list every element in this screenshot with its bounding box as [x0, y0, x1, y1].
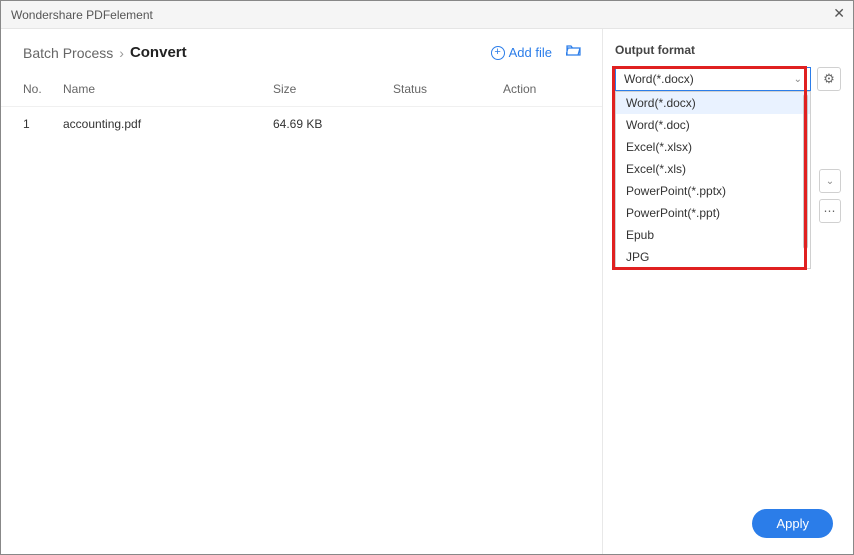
apply-button[interactable]: Apply [752, 509, 833, 538]
breadcrumb: Batch Process › Convert [23, 44, 187, 61]
dropdown-option[interactable]: PowerPoint(*.pptx) [616, 180, 810, 202]
right-panel: Output format Word(*.docx) ⌄ Word(*.docx… [603, 29, 853, 554]
col-header-action: Action [503, 82, 582, 96]
cell-name: accounting.pdf [63, 117, 273, 131]
addfile-group: + Add file [491, 43, 582, 62]
dropdown-area: Word(*.docx) ⌄ Word(*.docx) Word(*.doc) … [615, 67, 841, 91]
dropdown-option[interactable]: Word(*.docx) [616, 92, 810, 114]
dropdown-option[interactable]: Excel(*.xlsx) [616, 136, 810, 158]
main: Batch Process › Convert + Add file No. N… [1, 29, 853, 554]
output-format-label: Output format [615, 43, 841, 57]
col-header-status: Status [393, 82, 503, 96]
output-format-dropdown: Word(*.docx) Word(*.doc) Excel(*.xlsx) E… [615, 91, 811, 269]
plus-circle-icon: + [491, 46, 505, 60]
col-header-size: Size [273, 82, 393, 96]
dropdown-option[interactable]: Word(*.doc) [616, 114, 810, 136]
gear-icon: ⚙ [823, 71, 835, 87]
dropdown-option[interactable]: Excel(*.xls) [616, 158, 810, 180]
select-wrap: Word(*.docx) ⌄ Word(*.docx) Word(*.doc) … [615, 67, 811, 91]
add-file-button[interactable]: + Add file [491, 45, 552, 60]
table-row[interactable]: 1 accounting.pdf 64.69 KB [1, 107, 602, 141]
dropdown-option[interactable]: Epub [616, 224, 810, 246]
col-header-no: No. [23, 82, 63, 96]
table-header: No. Name Size Status Action [1, 72, 602, 107]
more-icon: ⋯ [824, 204, 837, 218]
add-file-label: Add file [509, 45, 552, 60]
settings-button[interactable]: ⚙ [817, 67, 841, 91]
left-panel: Batch Process › Convert + Add file No. N… [1, 29, 603, 554]
cell-action [503, 117, 582, 131]
folder-open-icon[interactable] [566, 43, 582, 62]
secondary-dropdown[interactable]: ⌄ [819, 169, 841, 193]
scrollbar[interactable] [803, 94, 808, 249]
chevron-down-icon: ⌄ [794, 74, 802, 85]
window-title: Wondershare PDFelement [11, 8, 153, 22]
breadcrumb-current: Convert [130, 44, 187, 61]
dropdown-option[interactable]: PowerPoint(*.ppt) [616, 202, 810, 224]
breadcrumb-row: Batch Process › Convert + Add file [1, 29, 602, 72]
chevron-down-icon: ⌄ [826, 176, 834, 187]
dropdown-option[interactable]: JPG [616, 246, 810, 268]
titlebar: Wondershare PDFelement ✕ [1, 1, 853, 29]
cell-no: 1 [23, 117, 63, 131]
more-options-button[interactable]: ⋯ [819, 199, 841, 223]
breadcrumb-root[interactable]: Batch Process [23, 45, 113, 61]
cell-size: 64.69 KB [273, 117, 393, 131]
output-format-select[interactable]: Word(*.docx) ⌄ [615, 67, 811, 91]
close-icon[interactable]: ✕ [833, 5, 845, 22]
col-header-name: Name [63, 82, 273, 96]
cell-status [393, 117, 503, 131]
chevron-right-icon: › [119, 45, 124, 61]
select-value: Word(*.docx) [624, 72, 694, 86]
